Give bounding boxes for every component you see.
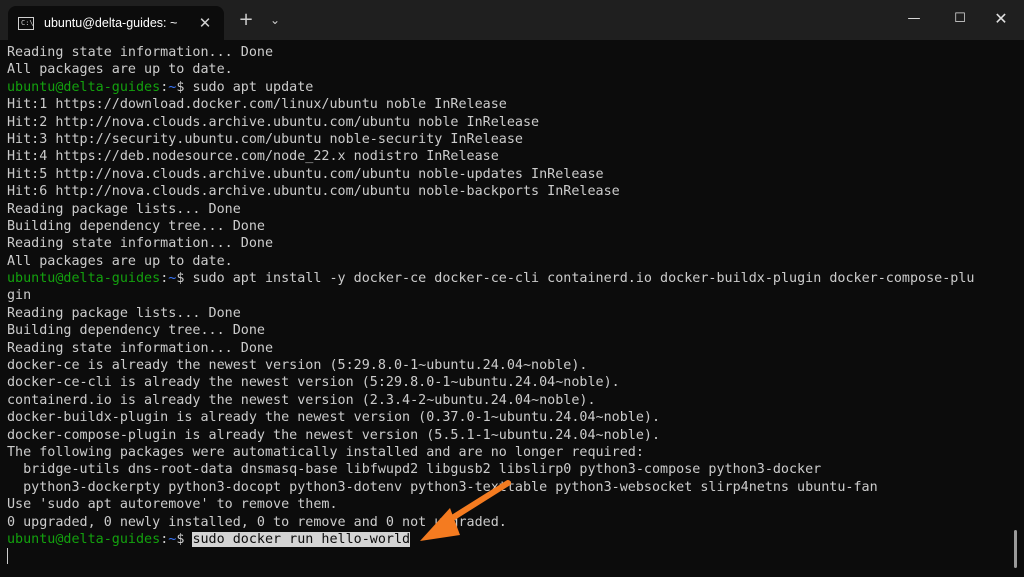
prompt-user-host: ubuntu@delta-guides <box>7 531 161 547</box>
output-line: Building dependency tree... Done <box>7 323 265 339</box>
output-line: containerd.io is already the newest vers… <box>7 392 596 408</box>
prompt-line: ubuntu@delta-guides:~$ sudo docker run h… <box>7 531 1010 548</box>
output-line: Reading package lists... Done <box>7 201 241 217</box>
close-icon[interactable]: ✕ <box>196 14 214 32</box>
command-text: sudo apt update <box>192 79 314 95</box>
output-line: Reading package lists... Done <box>7 305 241 321</box>
prompt-line: ubuntu@delta-guides:~$ sudo apt install … <box>7 270 1010 287</box>
output-line: Use 'sudo apt autoremove' to remove them… <box>7 497 338 513</box>
prompt-symbol: $ <box>176 79 193 95</box>
prompt-line: ubuntu@delta-guides:~$ sudo apt update <box>7 79 1010 96</box>
terminal-output[interactable]: Reading state information... Done All pac… <box>0 44 1010 577</box>
tab-title: ubuntu@delta-guides: ~ <box>44 16 178 30</box>
output-line: docker-buildx-plugin is already the newe… <box>7 410 661 426</box>
output-line: The following packages were automaticall… <box>7 444 644 460</box>
output-line: Hit:5 http://nova.clouds.archive.ubuntu.… <box>7 166 604 182</box>
title-bar: C:\ ubuntu@delta-guides: ~ ✕ + ⌄ — ☐ ✕ <box>0 0 1024 40</box>
output-line: Hit:1 https://download.docker.com/linux/… <box>7 97 507 113</box>
prompt-user-host: ubuntu@delta-guides <box>7 271 161 287</box>
tab-terminal[interactable]: C:\ ubuntu@delta-guides: ~ ✕ <box>8 6 224 40</box>
output-line: python3-dockerpty python3-docopt python3… <box>7 479 878 495</box>
prompt-user-host: ubuntu@delta-guides <box>7 79 161 95</box>
output-line: docker-ce-cli is already the newest vers… <box>7 375 620 391</box>
close-window-button[interactable]: ✕ <box>978 0 1024 38</box>
chevron-down-icon[interactable]: ⌄ <box>262 8 288 32</box>
output-line: Hit:3 http://security.ubuntu.com/ubuntu … <box>7 131 523 147</box>
output-line: 0 upgraded, 0 newly installed, 0 to remo… <box>7 514 507 530</box>
output-line: bridge-utils dns-root-data dnsmasq-base … <box>7 462 822 478</box>
output-line: gin <box>7 288 32 304</box>
prompt-symbol: $ <box>176 271 193 287</box>
terminal-app-icon: C:\ <box>18 16 34 30</box>
output-line: docker-compose-plugin is already the new… <box>7 427 661 443</box>
scrollbar-thumb[interactable] <box>1014 530 1017 568</box>
output-line: Reading state information... Done <box>7 340 274 356</box>
output-line: docker-ce is already the newest version … <box>7 358 588 374</box>
selected-command: sudo docker run hello-world <box>192 531 411 547</box>
output-line: Hit:4 https://deb.nodesource.com/node_22… <box>7 149 499 165</box>
output-line: Building dependency tree... Done <box>7 218 265 234</box>
output-line: All packages are up to date. <box>7 253 233 269</box>
output-line: All packages are up to date. <box>7 62 233 78</box>
minimize-button[interactable]: — <box>891 0 937 38</box>
prompt-symbol: $ <box>176 531 193 547</box>
output-line: Reading state information... Done <box>7 45 274 60</box>
output-line: Hit:6 http://nova.clouds.archive.ubuntu.… <box>7 184 620 200</box>
maximize-button[interactable]: ☐ <box>937 0 983 38</box>
output-line: Hit:2 http://nova.clouds.archive.ubuntu.… <box>7 114 540 130</box>
text-cursor <box>7 548 8 565</box>
output-line: Reading state information... Done <box>7 236 274 252</box>
cursor-line <box>7 548 1010 565</box>
command-text: sudo apt install -y docker-ce docker-ce-… <box>192 271 975 287</box>
new-tab-button[interactable]: + <box>233 8 259 32</box>
